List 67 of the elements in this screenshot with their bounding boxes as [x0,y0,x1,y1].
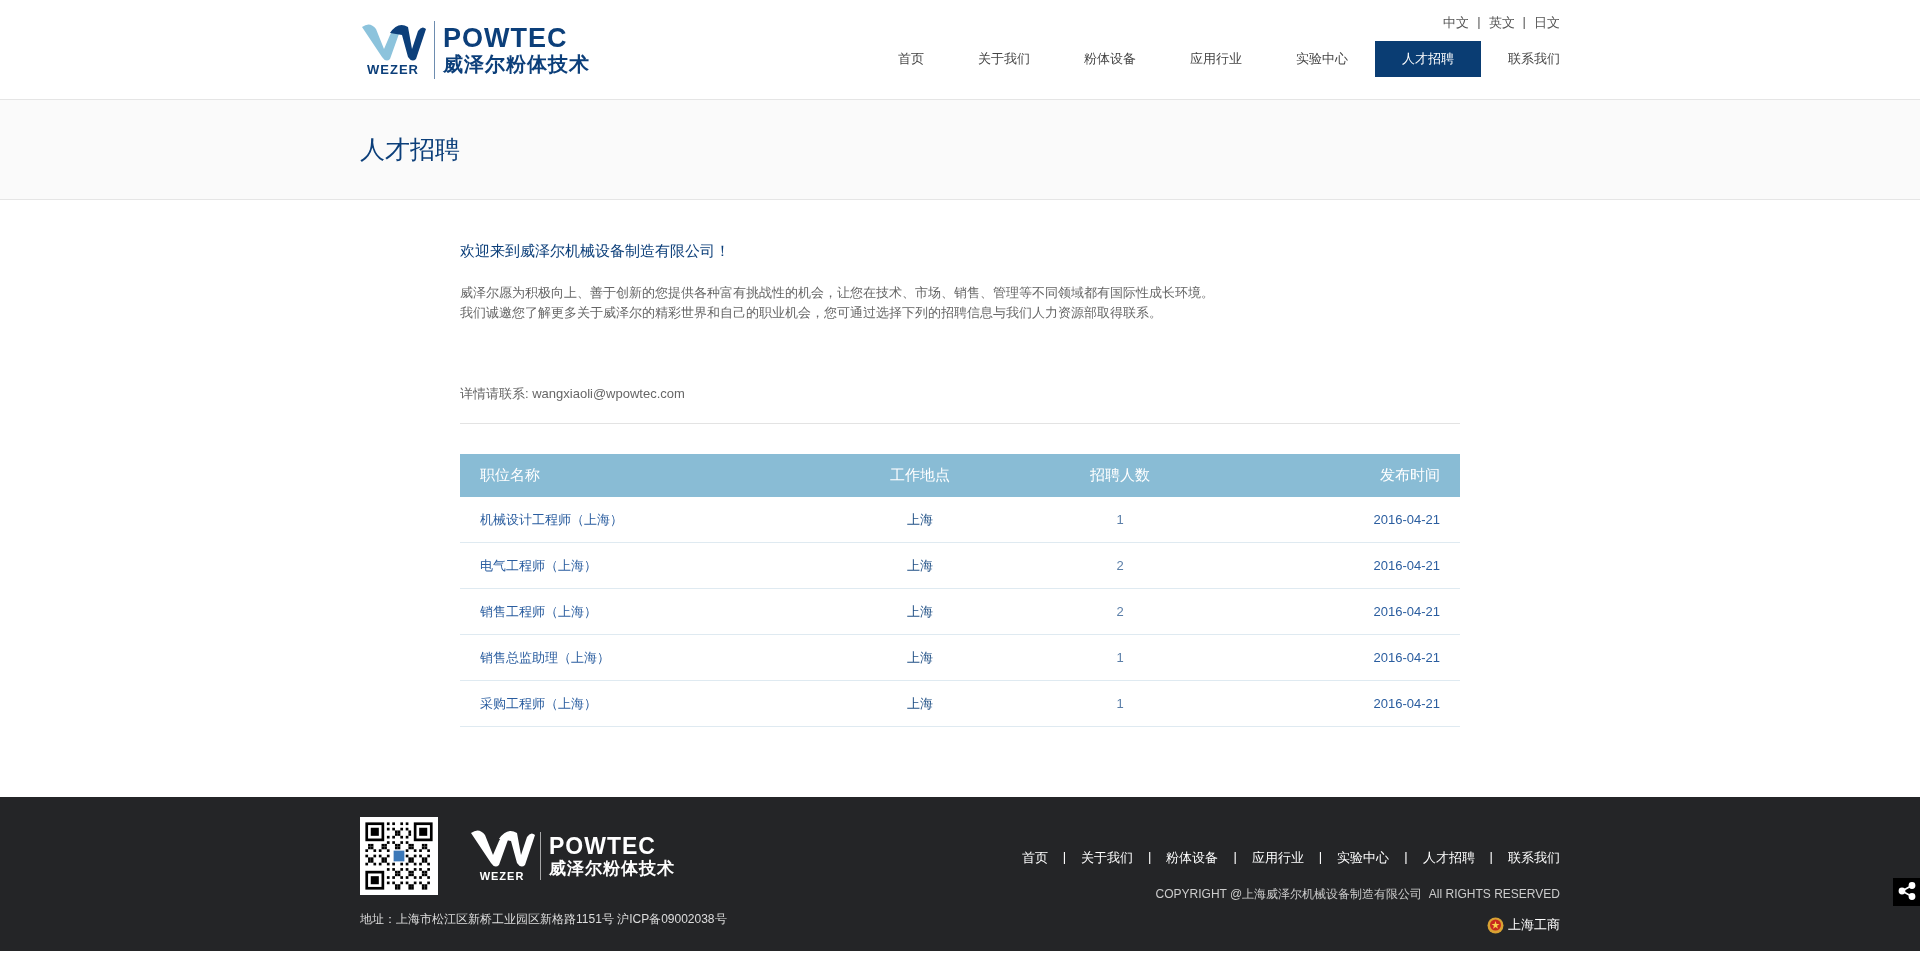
copyright-text: COPYRIGHT @上海威泽尔机械设备制造有限公司 All RIGHTS RESERVED [1155,886,1560,903]
openings-cell: 1 [980,680,1260,727]
job-title-link[interactable]: 机械设计工程师（上海） [480,511,623,527]
column-header: 工作地点 [860,454,980,497]
openings-cell: 1 [980,497,1260,543]
share-button[interactable] [1893,878,1920,906]
date-cell: 2016-04-21 [1260,588,1460,635]
welcome-heading: 欢迎来到威泽尔机械设备制造有限公司！ [460,242,731,261]
footer-link[interactable]: 实验中心 [1337,849,1390,867]
separator: | [1522,14,1526,31]
logo-subtitle: 威泽尔粉体技术 [443,54,590,74]
logo-mark-icon [469,829,535,869]
footer-link[interactable]: 粉体设备 [1166,849,1219,867]
contact-info: 详情请联系: wangxiaoli@wpowtec.com [460,385,686,403]
separator: | [1404,849,1408,866]
address-text: 地址：上海市松江区新桥工业园区新格路1151号 沪ICP备09002038号 [360,911,727,928]
separator: | [1062,849,1067,866]
nav-tab[interactable]: 关于我们 [951,41,1057,77]
location-cell: 上海 [860,680,980,727]
date-cell: 2016-04-21 [1260,542,1460,589]
logo-subtitle: 威泽尔粉体技术 [549,860,675,877]
column-header: 职位名称 [460,454,860,497]
nav-tab[interactable]: 应用行业 [1163,41,1269,77]
footer-link[interactable]: 首页 [1021,849,1048,867]
footer-link[interactable]: 人才招聘 [1422,849,1475,867]
nav-tab[interactable]: 人才招聘 [1375,41,1481,77]
logo-name: POWTEC [443,25,569,52]
job-title-link[interactable]: 采购工程师（上海） [480,695,597,711]
separator: | [1148,849,1152,866]
separator: | [1318,849,1323,866]
location-cell: 上海 [860,497,980,543]
intro-paragraph: 威泽尔愿为积极向上、善于创新的您提供各种富有挑战性的机会，让您在技术、市场、销售、管理等不同领域都有国际性成长环境。 [460,284,1215,302]
logo-wordmark: WEZER [479,869,525,883]
badge-label[interactable]: 上海工商 [1508,916,1560,934]
footer-link[interactable]: 关于我们 [1081,849,1134,867]
openings-cell: 1 [980,634,1260,681]
footer-link[interactable]: 联系我们 [1508,849,1560,867]
openings-cell: 2 [980,542,1260,589]
nav-tab[interactable]: 粉体设备 [1057,41,1163,77]
nav-tab[interactable]: 联系我们 [1481,41,1560,77]
location-cell: 上海 [860,588,980,635]
logo-name: POWTEC [549,835,657,858]
language-link[interactable]: 日文 [1534,14,1560,32]
job-title-link[interactable]: 销售工程师（上海） [480,603,597,619]
nav-tab[interactable]: 首页 [871,41,951,77]
separator: | [1233,849,1237,866]
job-title-link[interactable]: 销售总监助理（上海） [480,649,610,665]
date-cell: 2016-04-21 [1260,680,1460,727]
location-cell: 上海 [860,542,980,589]
date-cell: 2016-04-21 [1260,497,1460,543]
openings-cell: 2 [980,588,1260,635]
logo-mark-icon [360,22,426,63]
column-header: 发布时间 [1260,454,1460,497]
column-header: 招聘人数 [980,454,1260,497]
location-cell: 上海 [860,634,980,681]
language-link[interactable]: 英文 [1488,14,1515,32]
job-title-link[interactable]: 电气工程师（上海） [480,557,597,573]
footer-link[interactable]: 应用行业 [1251,849,1304,867]
page-title: 人才招聘 [360,134,460,165]
intro-paragraph: 我们诚邀您了解更多关于威泽尔的精彩世界和自己的职业机会，您可通过选择下列的招聘信息与我们人力资源部取得联系。 [460,304,1163,322]
nav-tab[interactable]: 实验中心 [1269,41,1375,77]
separator: | [1477,14,1481,31]
separator: | [1489,849,1493,866]
date-cell: 2016-04-21 [1260,634,1460,681]
logo-wordmark: WEZER [367,62,419,77]
emblem-icon [1487,916,1504,934]
language-link[interactable]: 中文 [1443,14,1470,32]
